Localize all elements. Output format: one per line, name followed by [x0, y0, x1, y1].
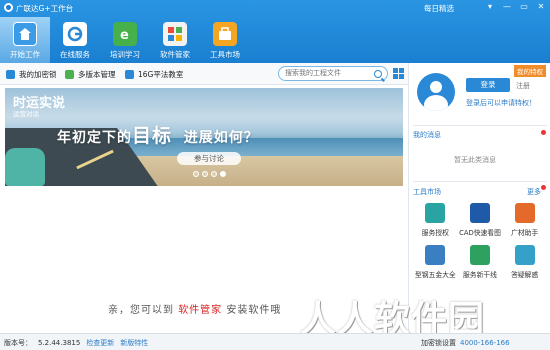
close-icon[interactable]: ✕: [536, 2, 546, 12]
tool-apps-grid: 服务授权 CAD快速看图 广材助手 型钢五金大全 服务新干线 答疑解惑: [413, 203, 547, 279]
carousel-dots: [193, 171, 226, 177]
carousel-dot-active[interactable]: [220, 171, 226, 177]
classroom-link[interactable]: 16G平法教室: [125, 69, 183, 80]
tool-label: 软件管家: [160, 50, 190, 59]
tool-market-icon: [213, 22, 237, 46]
version-label: 版本号：: [4, 339, 32, 347]
app-material-helper[interactable]: 广材助手: [502, 203, 547, 237]
project-search: [278, 66, 388, 81]
app-steel-hardware[interactable]: 型钢五金大全: [413, 245, 458, 279]
carousel-dot[interactable]: [193, 171, 199, 177]
messages-title: 我的消息: [413, 131, 441, 139]
app-service-line[interactable]: 服务新干线: [458, 245, 503, 279]
status-right: 加密锁设置 4000-166-166: [421, 338, 510, 348]
online-service-icon: [63, 22, 87, 46]
avatar[interactable]: [417, 73, 455, 111]
app-label: 型钢五金大全: [414, 271, 456, 279]
search-icon[interactable]: [374, 70, 382, 78]
app-title: 广联达G+工作台: [16, 4, 74, 13]
hint-post: 安装软件哦: [226, 305, 282, 316]
slogan-big: 目标: [132, 125, 173, 147]
login-button[interactable]: 登录: [466, 78, 510, 92]
app-cad-viewer[interactable]: CAD快速看图: [458, 203, 503, 237]
training-icon: e: [113, 22, 137, 46]
tool-label: 培训学习: [110, 50, 140, 59]
tool-start-work[interactable]: 开始工作: [0, 17, 50, 63]
top-header: 广联达G+工作台 每日精选 ▾ — ▭ ✕ 开始工作 在线服务 e 培训学习 软…: [0, 0, 550, 63]
slogan-pre: 年初定下的: [57, 130, 132, 146]
tool-label: 工具市场: [210, 50, 240, 59]
tools-more-link[interactable]: 更多: [527, 187, 541, 197]
tool-training[interactable]: e 培训学习: [100, 17, 150, 63]
grid-view-icon[interactable]: [393, 68, 404, 79]
register-link[interactable]: 注册: [516, 81, 530, 91]
carousel-dot[interactable]: [211, 171, 217, 177]
app-label: 广材助手: [511, 229, 539, 237]
subnav-label: 我的加密锁: [19, 70, 57, 79]
app-logo-icon: [4, 3, 13, 12]
classroom-icon: [125, 70, 134, 79]
messages-empty: 暂无此类消息: [454, 156, 496, 164]
software-manager-icon: [163, 22, 187, 46]
divider: [413, 181, 547, 182]
minimize-icon[interactable]: —: [502, 2, 512, 12]
material-helper-icon: [514, 203, 535, 223]
service-line-icon: [469, 245, 490, 265]
carousel-dot[interactable]: [202, 171, 208, 177]
tool-label: 在线服务: [60, 50, 90, 59]
hotline: 4000-166-166: [460, 339, 510, 347]
divider: [413, 125, 547, 126]
banner-slogan: 年初定下的目标 进展如何？: [57, 121, 259, 148]
my-lock-link[interactable]: 我的加密锁: [6, 69, 57, 80]
message-badge: [541, 130, 546, 135]
tool-online-service[interactable]: 在线服务: [50, 17, 100, 63]
tool-tool-market[interactable]: 工具市场: [200, 17, 250, 63]
app-label: CAD快速看图: [459, 229, 501, 237]
app-qa[interactable]: 答疑解惑: [502, 245, 547, 279]
discuss-button[interactable]: 参与讨论: [177, 152, 241, 165]
hint-pre: 亲，您可以到: [108, 305, 174, 316]
status-left: 版本号： 5.2.44.3815 检查更新 新版特性: [4, 338, 148, 348]
daily-picks-link[interactable]: 每日精选: [424, 3, 454, 14]
sub-navigation: 我的加密锁 多版本管理 16G平法教室: [0, 63, 410, 85]
tools-badge: [541, 185, 546, 190]
app-label: 服务授权: [421, 229, 449, 237]
window-controls: ▾ — ▭ ✕: [485, 2, 546, 12]
tools-title: 工具市场: [413, 188, 441, 196]
title-bar: 广联达G+工作台 每日精选 ▾ — ▭ ✕: [0, 0, 550, 15]
app-service-auth[interactable]: 服务授权: [413, 203, 458, 237]
tool-label: 开始工作: [10, 50, 40, 59]
qa-icon: [514, 245, 535, 265]
install-hint: 亲，您可以到 软件管家 安装软件哦: [108, 301, 281, 316]
version-number: 5.2.44.3815: [38, 339, 81, 347]
app-label: 答疑解惑: [511, 271, 539, 279]
app-label: 服务新干线: [463, 271, 497, 279]
lock-settings-link[interactable]: 加密锁设置: [421, 338, 456, 348]
search-input[interactable]: [285, 69, 371, 77]
service-auth-icon: [425, 203, 446, 223]
login-tip: 登录后可以申请特权！: [466, 99, 536, 107]
home-icon: [13, 22, 37, 46]
main-toolbar: 开始工作 在线服务 e 培训学习 软件管家 工具市场: [0, 17, 250, 63]
subnav-label: 16G平法教室: [138, 70, 184, 79]
tool-software-manager[interactable]: 软件管家: [150, 17, 200, 63]
software-manager-link[interactable]: 软件管家: [178, 305, 222, 316]
versions-icon: [65, 70, 74, 79]
maximize-icon[interactable]: ▭: [519, 2, 529, 12]
privilege-tag[interactable]: 我的特权: [514, 65, 546, 77]
promo-banner[interactable]: 时运实说 运营对话 年初定下的目标 进展如何？ 参与讨论: [5, 88, 403, 186]
version-manager-link[interactable]: 多版本管理: [65, 69, 116, 80]
check-update-link[interactable]: 检查更新: [86, 338, 114, 348]
lock-icon: [6, 70, 15, 79]
svg-text:e: e: [120, 28, 129, 42]
subnav-label: 多版本管理: [78, 70, 116, 79]
steel-hardware-icon: [425, 245, 446, 265]
new-features-link[interactable]: 新版特性: [120, 338, 148, 348]
cad-viewer-icon: [469, 203, 490, 223]
skin-menu-icon[interactable]: ▾: [485, 2, 495, 12]
status-bar: 版本号： 5.2.44.3815 检查更新 新版特性 加密锁设置 4000-16…: [0, 333, 550, 350]
slogan-post: 进展如何？: [183, 130, 259, 146]
banner-car: [5, 148, 45, 186]
banner-brand-sub: 运营对话: [13, 110, 39, 118]
